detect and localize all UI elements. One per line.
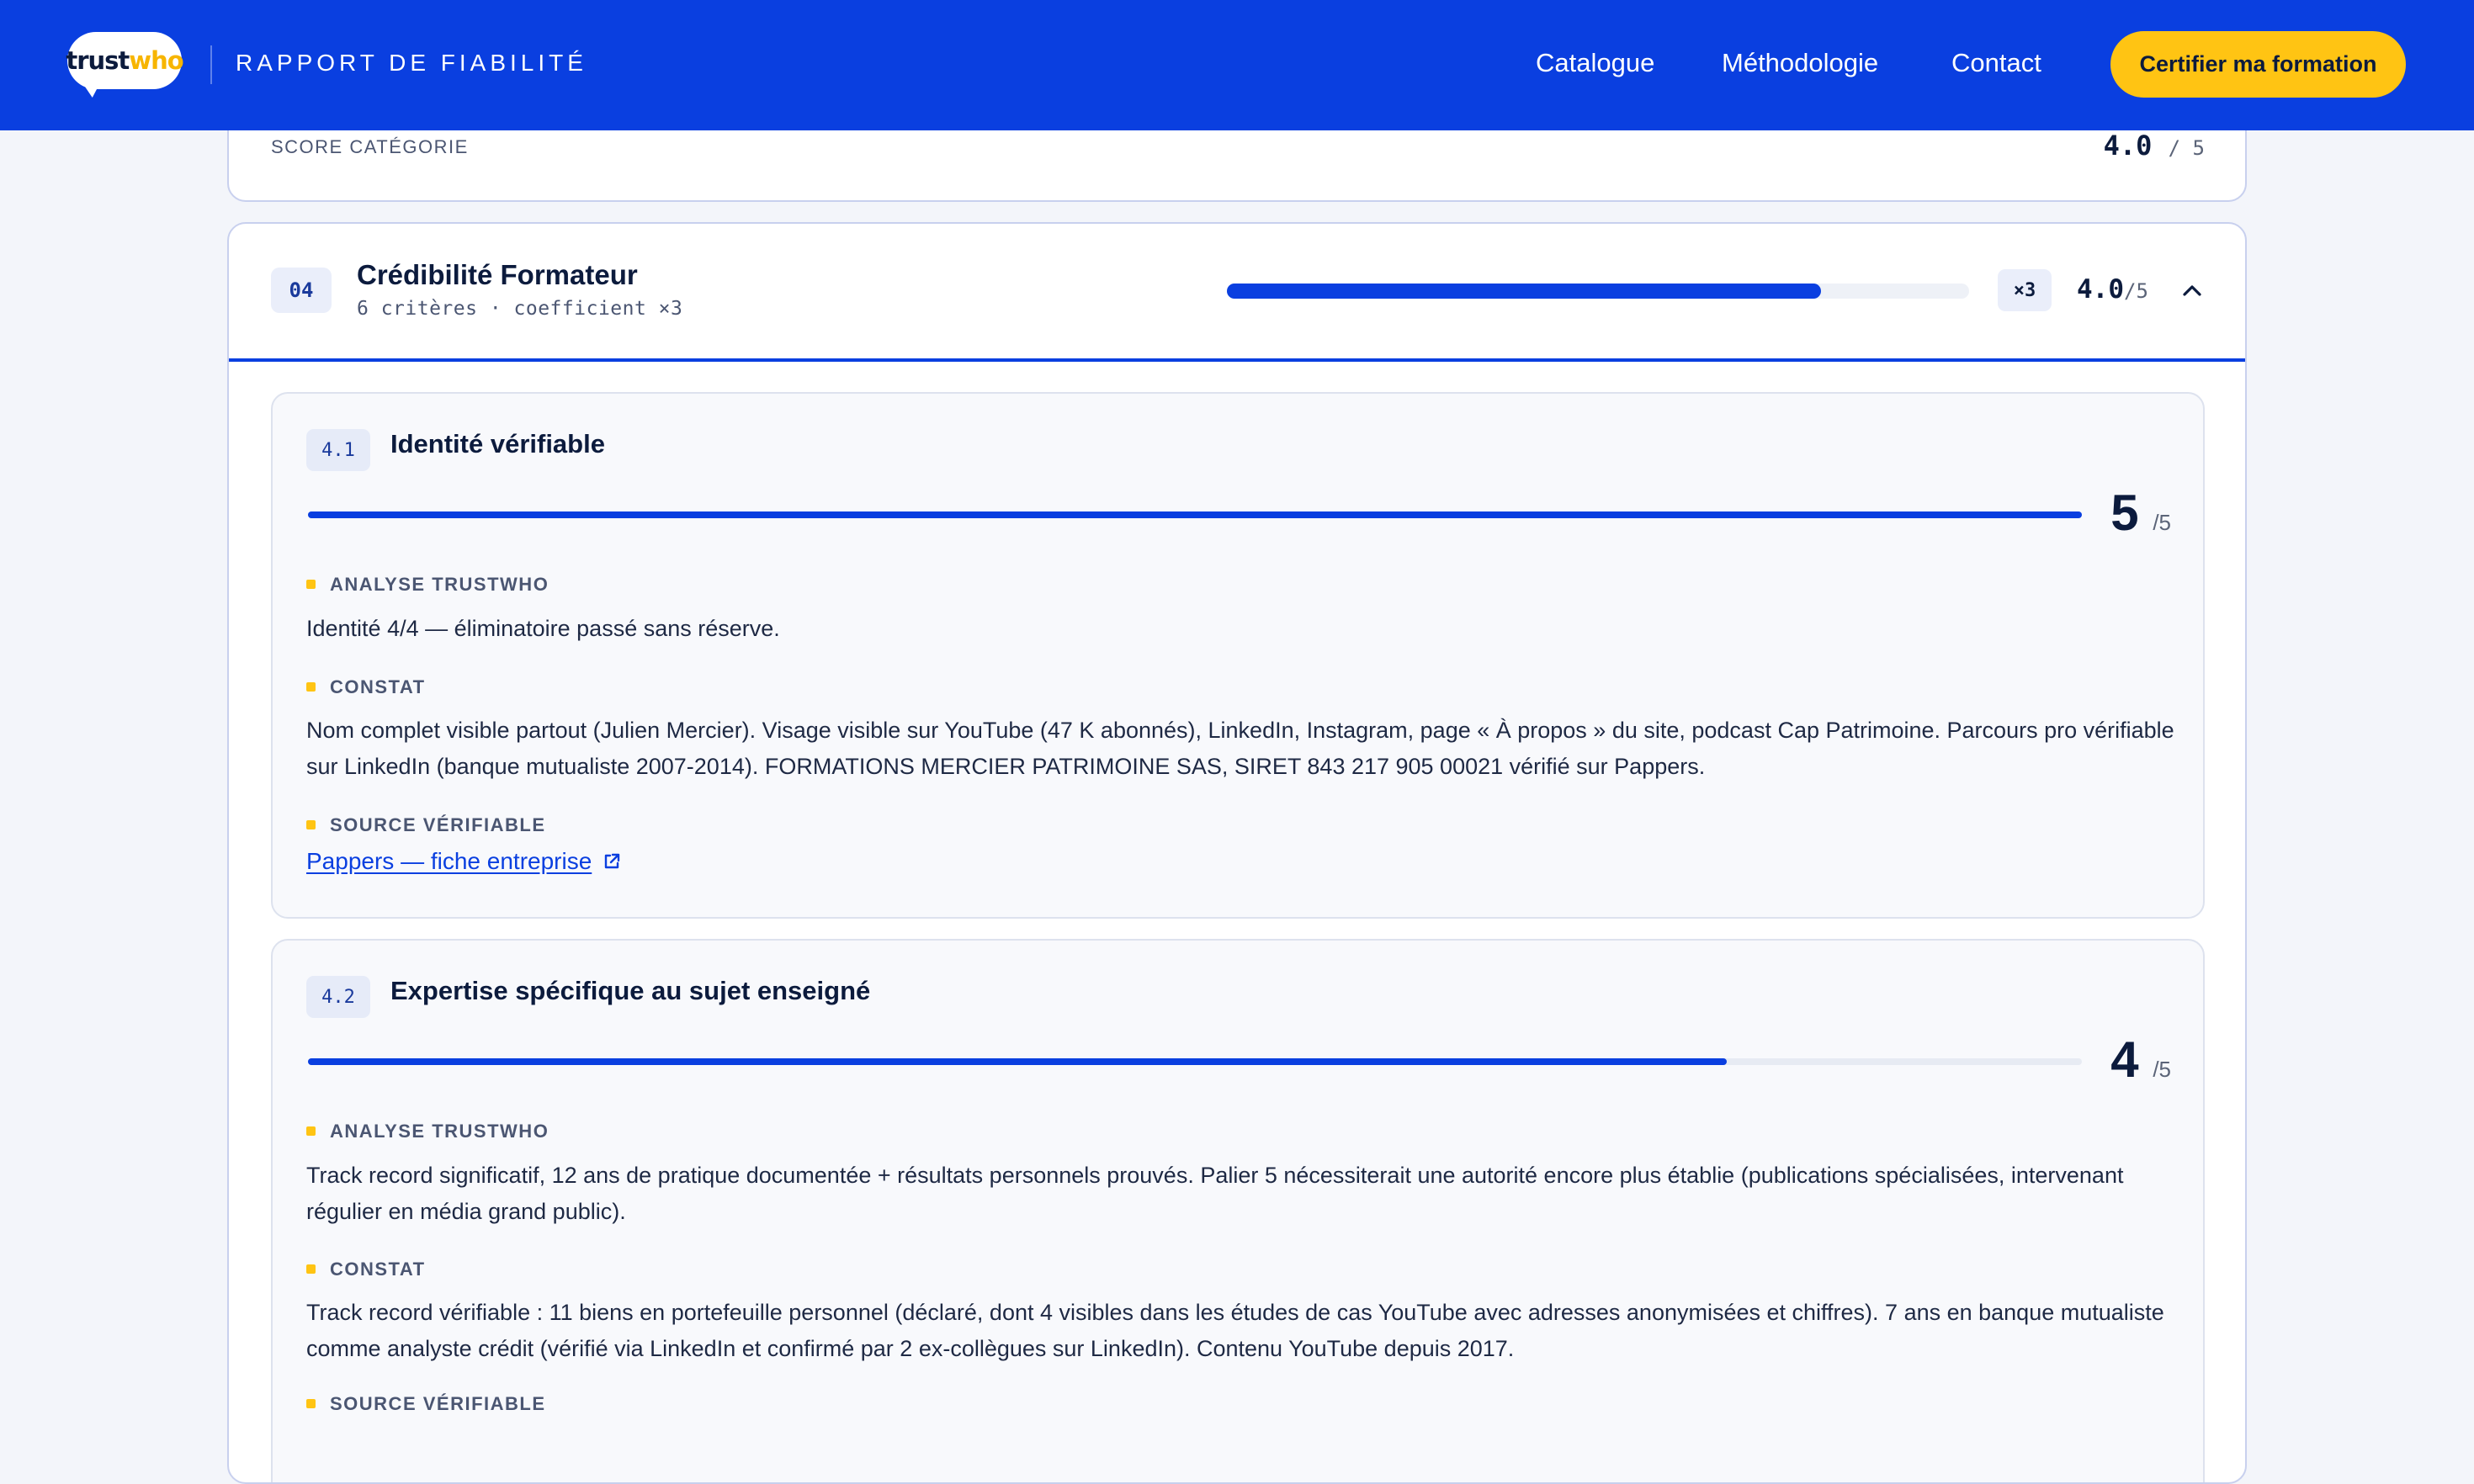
category-score-label: SCORE CATÉGORIE [271,136,469,157]
chevron-up-icon[interactable] [2179,278,2205,303]
category-score-value: 4.0 / 5 [2104,130,2205,162]
category-score-denominator: /5 [2124,279,2148,303]
category-header[interactable]: 04 Crédibilité Formateur 6 critères · co… [229,224,2245,362]
criterion-score-denominator: /5 [2153,510,2171,535]
criterion-progress-bar [308,1058,2082,1065]
criterion-card-4-2: 4.2 Expertise spécifique au sujet enseig… [271,939,2205,1482]
category-progress-fill [1227,284,1821,299]
top-navigation-bar: trust who RAPPORT DE FIABILITÉ Catalogue … [0,0,2474,130]
constat-text: Nom complet visible partout (Julien Merc… [306,718,2174,779]
category-card-04: 04 Crédibilité Formateur 6 critères · co… [227,222,2247,1484]
criterion-card-4-1: 4.1 Identité vérifiable 5 /5 ANALYSE TRU… [271,392,2205,919]
header-divider [210,45,212,84]
criterion-progress-fill [308,1058,1728,1065]
category-score: 4.0/5 [2077,274,2148,305]
source-link-text[interactable]: Pappers — fiche entreprise [306,848,592,875]
constat-label: CONSTAT [306,1259,426,1280]
category-number-badge: 04 [271,268,332,313]
criterion-number-badge: 4.2 [306,976,370,1018]
analyse-text: Identité 4/4 — éliminatoire passé sans r… [306,616,780,641]
analyse-label: ANALYSE TRUSTWHO [306,1121,549,1142]
criterion-score-number: 5 [2110,485,2139,541]
certify-training-button[interactable]: Certifier ma formation [2110,31,2406,98]
category-score-denominator: / 5 [2168,136,2205,160]
criterion-title: Expertise spécifique au sujet enseigné [390,976,871,1005]
criterion-title: Identité vérifiable [390,429,605,458]
logo-text-trust: trust [66,46,130,75]
category-title: Crédibilité Formateur [357,259,638,290]
criterion-score: 4 /5 [2110,1035,2171,1094]
category-subtitle: 6 critères · coefficient ×3 [357,298,683,320]
coefficient-badge: ×3 [1998,269,2052,311]
report-title: RAPPORT DE FIABILITÉ [236,50,587,76]
source-label: SOURCE VÉRIFIABLE [306,814,546,836]
nav-link-catalogue[interactable]: Catalogue [1536,48,1654,78]
trustwho-logo[interactable]: trust who [66,32,184,98]
external-link-icon [605,853,620,869]
logo-text-who: who [129,46,183,75]
source-link[interactable]: Pappers — fiche entreprise [306,848,622,875]
constat-text: Track record vérifiable : 11 biens en po… [306,1300,2164,1361]
category-score-number: 4.0 [2103,130,2153,162]
criterion-score-denominator: /5 [2153,1057,2171,1082]
criterion-score: 5 /5 [2110,488,2171,548]
nav-link-contact[interactable]: Contact [1951,48,2041,78]
criterion-progress-fill [308,511,2082,518]
analyse-label: ANALYSE TRUSTWHO [306,574,549,596]
criterion-score-number: 4 [2110,1031,2139,1088]
source-label: SOURCE VÉRIFIABLE [306,1393,546,1415]
nav-link-methodologie[interactable]: Méthodologie [1722,48,1878,78]
constat-label: CONSTAT [306,676,426,698]
criterion-number-badge: 4.1 [306,429,370,471]
logo-bubble-tail [81,81,104,98]
criterion-progress-bar [308,511,2082,518]
category-progress-bar [1227,284,1969,299]
analyse-text: Track record significatif, 12 ans de pra… [306,1163,2124,1224]
category-score-number: 4.0 [2077,274,2124,305]
